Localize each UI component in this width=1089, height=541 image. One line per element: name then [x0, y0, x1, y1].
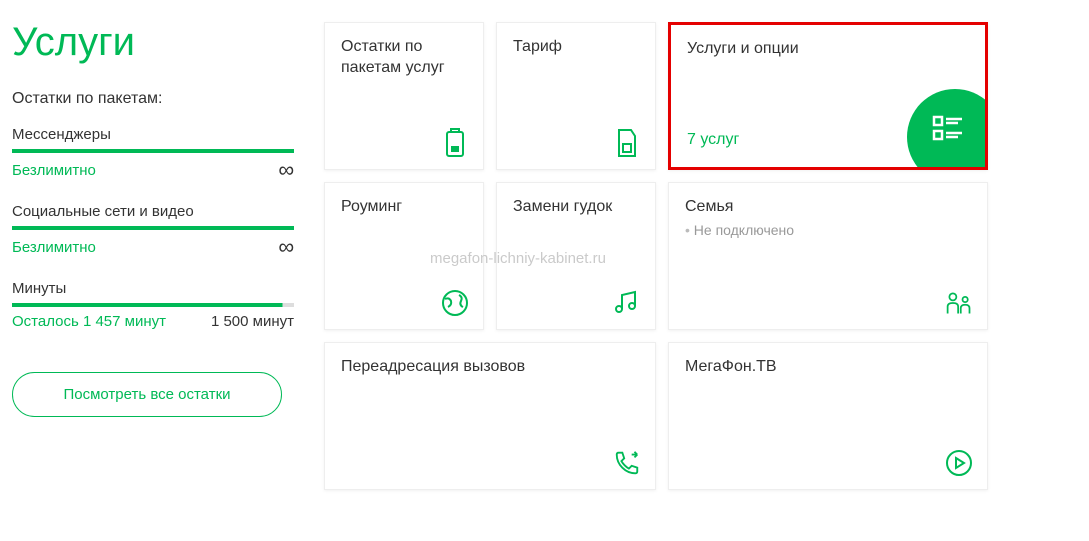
- list-icon: [932, 114, 966, 144]
- play-icon: [945, 449, 973, 477]
- balance-label: Мессенджеры: [12, 126, 294, 143]
- card-title: Тариф: [513, 37, 639, 58]
- card-services[interactable]: Услуги и опции 7 услуг: [668, 22, 988, 170]
- card-tv[interactable]: МегаФон.ТВ: [668, 342, 988, 490]
- card-title: Замени гудок: [513, 197, 639, 218]
- balance-value: Безлимитно: [12, 239, 96, 256]
- balance-value: Безлимитно: [12, 162, 96, 179]
- view-all-button[interactable]: Посмотреть все остатки: [12, 372, 282, 417]
- phone-forward-icon: [613, 449, 641, 477]
- balance-bar: [12, 226, 294, 230]
- balance-bar: [12, 303, 294, 307]
- card-packages[interactable]: Остатки по пакетам услуг: [324, 22, 484, 170]
- balance-label: Социальные сети и видео: [12, 203, 294, 220]
- balances-heading: Остатки по пакетам:: [12, 90, 294, 108]
- infinity-icon: ∞: [278, 159, 294, 181]
- card-forwarding[interactable]: Переадресация вызовов: [324, 342, 656, 490]
- battery-icon: [441, 129, 469, 157]
- sim-icon: [613, 129, 641, 157]
- balance-value: Осталось 1 457 минут: [12, 313, 166, 330]
- card-tariff[interactable]: Тариф: [496, 22, 656, 170]
- balance-bar: [12, 149, 294, 153]
- globe-icon: [441, 289, 469, 317]
- people-icon: [945, 289, 973, 317]
- balance-messengers: Мессенджеры Безлимитно ∞: [12, 126, 294, 181]
- card-title: Услуги и опции: [687, 39, 969, 60]
- card-title: Семья: [685, 197, 971, 218]
- services-badge: [907, 89, 988, 170]
- music-icon: [613, 289, 641, 317]
- balance-social: Социальные сети и видео Безлимитно ∞: [12, 203, 294, 258]
- infinity-icon: ∞: [278, 236, 294, 258]
- balance-label: Минуты: [12, 280, 294, 297]
- card-family[interactable]: Семья Не подключено: [668, 182, 988, 330]
- card-subtitle: Не подключено: [685, 222, 971, 238]
- services-count: 7 услуг: [687, 131, 739, 149]
- page-title: Услуги: [12, 22, 294, 62]
- card-title: Переадресация вызовов: [341, 357, 639, 378]
- card-roaming[interactable]: Роуминг: [324, 182, 484, 330]
- balance-minutes: Минуты Осталось 1 457 минут 1 500 минут: [12, 280, 294, 330]
- cards-grid: Остатки по пакетам услуг Тариф Услуги и …: [310, 0, 988, 490]
- card-title: МегаФон.ТВ: [685, 357, 971, 378]
- balance-total: 1 500 минут: [211, 313, 294, 330]
- card-ringback[interactable]: Замени гудок: [496, 182, 656, 330]
- card-title: Роуминг: [341, 197, 467, 218]
- sidebar: Услуги Остатки по пакетам: Мессенджеры Б…: [0, 0, 310, 490]
- card-title: Остатки по пакетам услуг: [341, 37, 467, 79]
